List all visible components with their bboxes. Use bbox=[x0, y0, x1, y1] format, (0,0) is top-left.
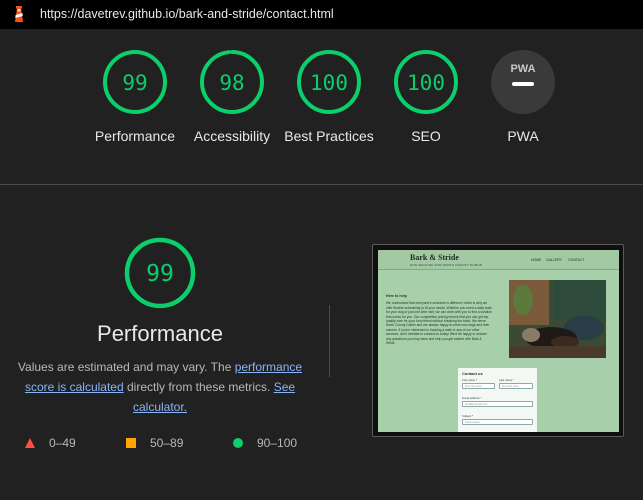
gauge-seo[interactable]: 100 SEO bbox=[371, 49, 481, 146]
score-legend: 0–49 50–89 90–100 bbox=[0, 436, 340, 450]
lighthouse-icon bbox=[15, 6, 23, 22]
thumbnail-nav-home: HOME bbox=[531, 258, 542, 262]
gauge-label: Best Practices bbox=[284, 128, 374, 144]
thumbnail-first-name-label: First name * bbox=[462, 378, 478, 382]
gauge-label: SEO bbox=[411, 128, 441, 144]
thumbnail-form-title: Contact us bbox=[462, 371, 483, 376]
legend-fail: 0–49 bbox=[25, 436, 76, 450]
legend-range: 0–49 bbox=[49, 436, 76, 450]
thumbnail-subject-select: Select subject bbox=[462, 419, 533, 425]
legend-average: 50–89 bbox=[126, 436, 183, 450]
vertical-divider bbox=[329, 305, 330, 377]
triangle-icon bbox=[25, 438, 35, 448]
gauge-score: 98 bbox=[219, 71, 244, 95]
thumbnail-tagline: DOG WALKING FOR NORTH COUNTY DUBLIN bbox=[410, 263, 483, 267]
legend-range: 90–100 bbox=[257, 436, 298, 450]
thumbnail-nav-gallery: GALLERY bbox=[546, 258, 563, 262]
thumbnail-last-name-input: Enter last name bbox=[499, 383, 533, 389]
thumbnail-nav-contact: CONTACT bbox=[568, 258, 585, 262]
gauge-score: 99 bbox=[122, 71, 147, 95]
gauge-label: Accessibility bbox=[193, 128, 271, 144]
category-summary: 99 Performance 98 Accessibility 100 Best… bbox=[0, 29, 643, 184]
performance-gauge: 99 bbox=[123, 236, 197, 315]
thumbnail-email-label: Email address * bbox=[462, 396, 482, 400]
desc-prefix: Values are estimated and may vary. The bbox=[17, 360, 235, 374]
performance-description: Values are estimated and may vary. The p… bbox=[12, 357, 308, 417]
gauge-ring: 98 bbox=[200, 50, 264, 114]
gauge-performance[interactable]: 99 Performance bbox=[80, 49, 190, 146]
thumbnail-navbar: Bark & Stride DOG WALKING FOR NORTH COUN… bbox=[378, 250, 619, 270]
pwa-badge-icon: PWA bbox=[491, 50, 555, 114]
legend-pass: 90–100 bbox=[233, 436, 297, 450]
thumbnail-body: We understand that everyone's schedule i… bbox=[386, 301, 492, 346]
thumbnail-contact-form: Contact us First name * Enter first name… bbox=[458, 368, 537, 432]
final-screenshot[interactable]: Bark & Stride DOG WALKING FOR NORTH COUN… bbox=[372, 244, 624, 437]
desc-middle: directly from these metrics. bbox=[123, 380, 274, 394]
thumbnail-dog-photo bbox=[509, 280, 606, 358]
gauge-accessibility[interactable]: 98 Accessibility bbox=[177, 49, 287, 146]
gauge-best-practices[interactable]: 100 Best Practices bbox=[274, 49, 384, 146]
gauge-label: PWA bbox=[507, 128, 539, 144]
square-icon bbox=[126, 438, 136, 448]
thumbnail-email-input: Email@example.com bbox=[462, 401, 533, 407]
circle-icon bbox=[233, 438, 243, 448]
thumbnail-subject-label: Subject * bbox=[462, 414, 474, 418]
dog-photo-image bbox=[509, 280, 606, 358]
page-url[interactable]: https://davetrev.github.io/bark-and-stri… bbox=[40, 7, 334, 21]
section-divider bbox=[0, 184, 643, 185]
thumbnail-last-name-label: Last name * bbox=[499, 378, 514, 382]
address-bar: https://davetrev.github.io/bark-and-stri… bbox=[0, 0, 643, 29]
performance-title: Performance bbox=[97, 321, 223, 346]
page-thumbnail: Bark & Stride DOG WALKING FOR NORTH COUN… bbox=[378, 250, 619, 432]
thumbnail-brand: Bark & Stride bbox=[410, 253, 459, 262]
performance-ring: 99 bbox=[124, 237, 196, 309]
gauge-score: 100 bbox=[310, 71, 348, 95]
thumbnail-copy: Here to help We understand that everyone… bbox=[386, 294, 492, 345]
performance-score: 99 bbox=[146, 261, 174, 287]
gauge-pwa[interactable]: PWA PWA bbox=[468, 49, 578, 146]
gauge-label: Performance bbox=[94, 128, 176, 144]
thumbnail-first-name-input: Enter first name bbox=[462, 383, 495, 389]
gauge-ring: 99 bbox=[103, 50, 167, 114]
pwa-badge-text: PWA bbox=[510, 63, 535, 75]
legend-range: 50–89 bbox=[150, 436, 184, 450]
gauge-ring: 100 bbox=[297, 50, 361, 114]
gauge-score: 100 bbox=[407, 71, 445, 95]
thumbnail-heading: Here to help bbox=[386, 294, 407, 298]
gauge-ring: 100 bbox=[394, 50, 458, 114]
